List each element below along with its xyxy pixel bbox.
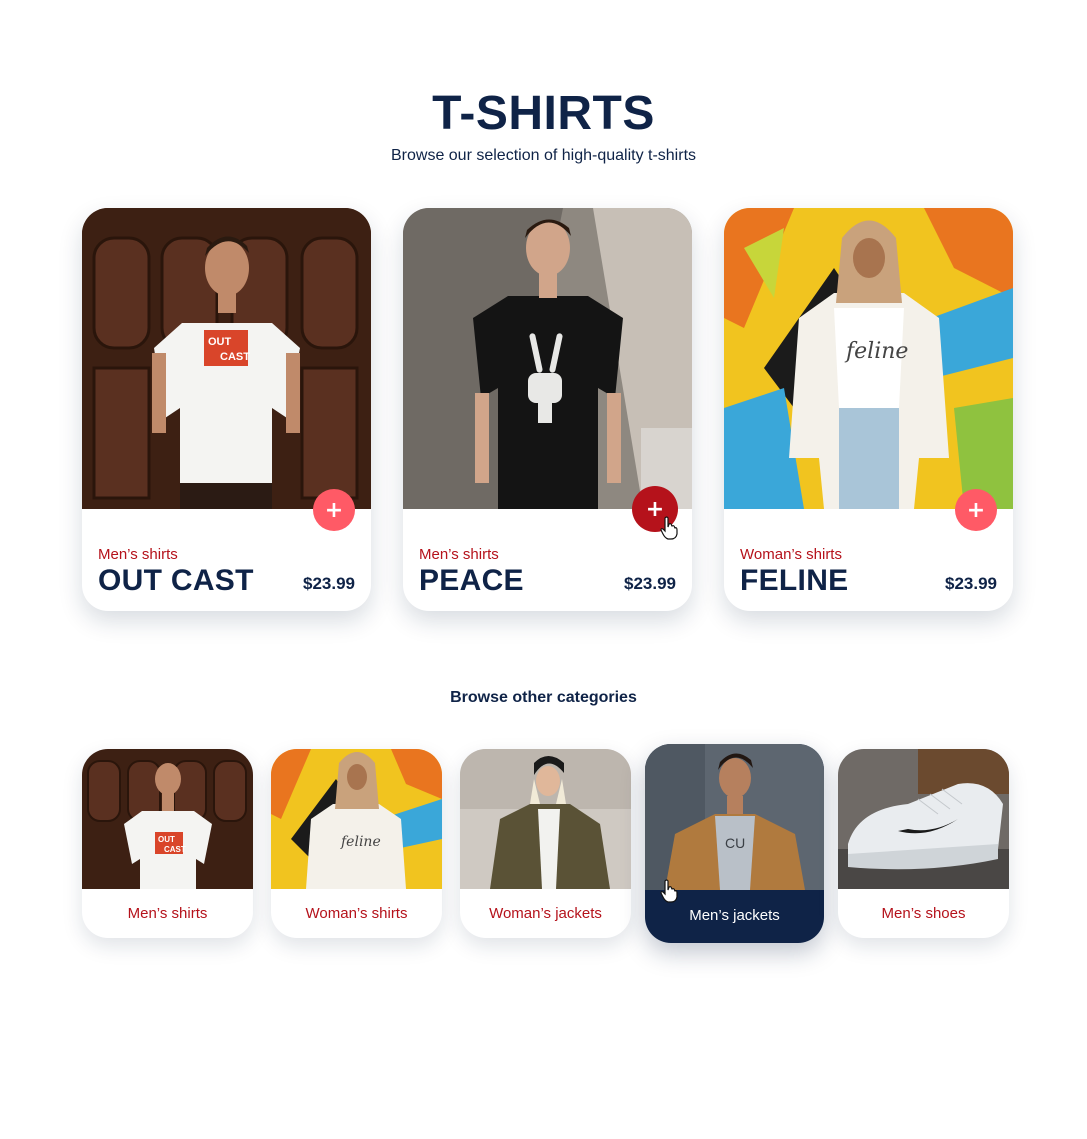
page-title: T-SHIRTS [432, 87, 655, 140]
svg-text:OUT: OUT [208, 336, 232, 348]
product-image: OUT CAST [82, 208, 371, 509]
product-image: feline [724, 208, 1013, 509]
svg-text:CAST: CAST [220, 351, 250, 363]
category-card-mens-shoes[interactable]: Men’s shoes [838, 749, 1009, 938]
add-to-cart-button[interactable]: + [313, 489, 355, 531]
category-card-womans-jackets[interactable]: Woman’s jackets [460, 749, 631, 938]
category-image: feline [271, 749, 442, 889]
categories-heading: Browse other categories [450, 689, 637, 706]
add-to-cart-button[interactable]: + [632, 486, 678, 532]
category-label: Men’s jackets [689, 907, 780, 924]
product-name: FELINE [740, 564, 849, 597]
product-category: Woman’s shirts [740, 546, 842, 563]
product-price: $23.99 [303, 574, 355, 593]
product-price: $23.99 [624, 574, 676, 593]
category-card-mens-jackets[interactable]: CU Men’s jackets [645, 744, 824, 943]
svg-text:feline: feline [340, 834, 381, 850]
svg-text:CU: CU [725, 835, 745, 851]
category-image: OUT CAST [82, 749, 253, 889]
svg-text:OUT: OUT [158, 835, 175, 844]
add-to-cart-button[interactable]: + [955, 489, 997, 531]
page-subtitle: Browse our selection of high-quality t-s… [390, 147, 697, 164]
category-card-womans-shirts[interactable]: feline Woman’s shirts [271, 749, 442, 938]
category-image [460, 749, 631, 889]
product-name: PEACE [419, 564, 524, 597]
product-price: $23.99 [945, 574, 997, 593]
category-label: Woman’s shirts [305, 905, 408, 922]
category-label: Woman’s jackets [489, 905, 602, 922]
product-card-peace[interactable]: + Men’s shirts PEACE $23.99 [403, 208, 692, 611]
svg-text:feline: feline [844, 339, 908, 364]
product-category: Men’s shirts [419, 546, 499, 563]
category-label: Men’s shirts [127, 905, 208, 922]
product-category: Men’s shirts [98, 546, 178, 563]
svg-text:CAST: CAST [164, 845, 186, 854]
category-image [838, 749, 1009, 889]
product-image [403, 208, 692, 509]
product-card-out-cast[interactable]: OUT CAST + Men’s shirts OUT CAST $23.99 [82, 208, 371, 611]
product-name: OUT CAST [98, 564, 254, 597]
category-image: CU [645, 744, 824, 890]
category-label: Men’s shoes [881, 905, 966, 922]
category-card-mens-shirts[interactable]: OUT CAST Men’s shirts [82, 749, 253, 938]
product-card-feline[interactable]: feline + Woman’s shirts FELINE $23.99 [724, 208, 1013, 611]
